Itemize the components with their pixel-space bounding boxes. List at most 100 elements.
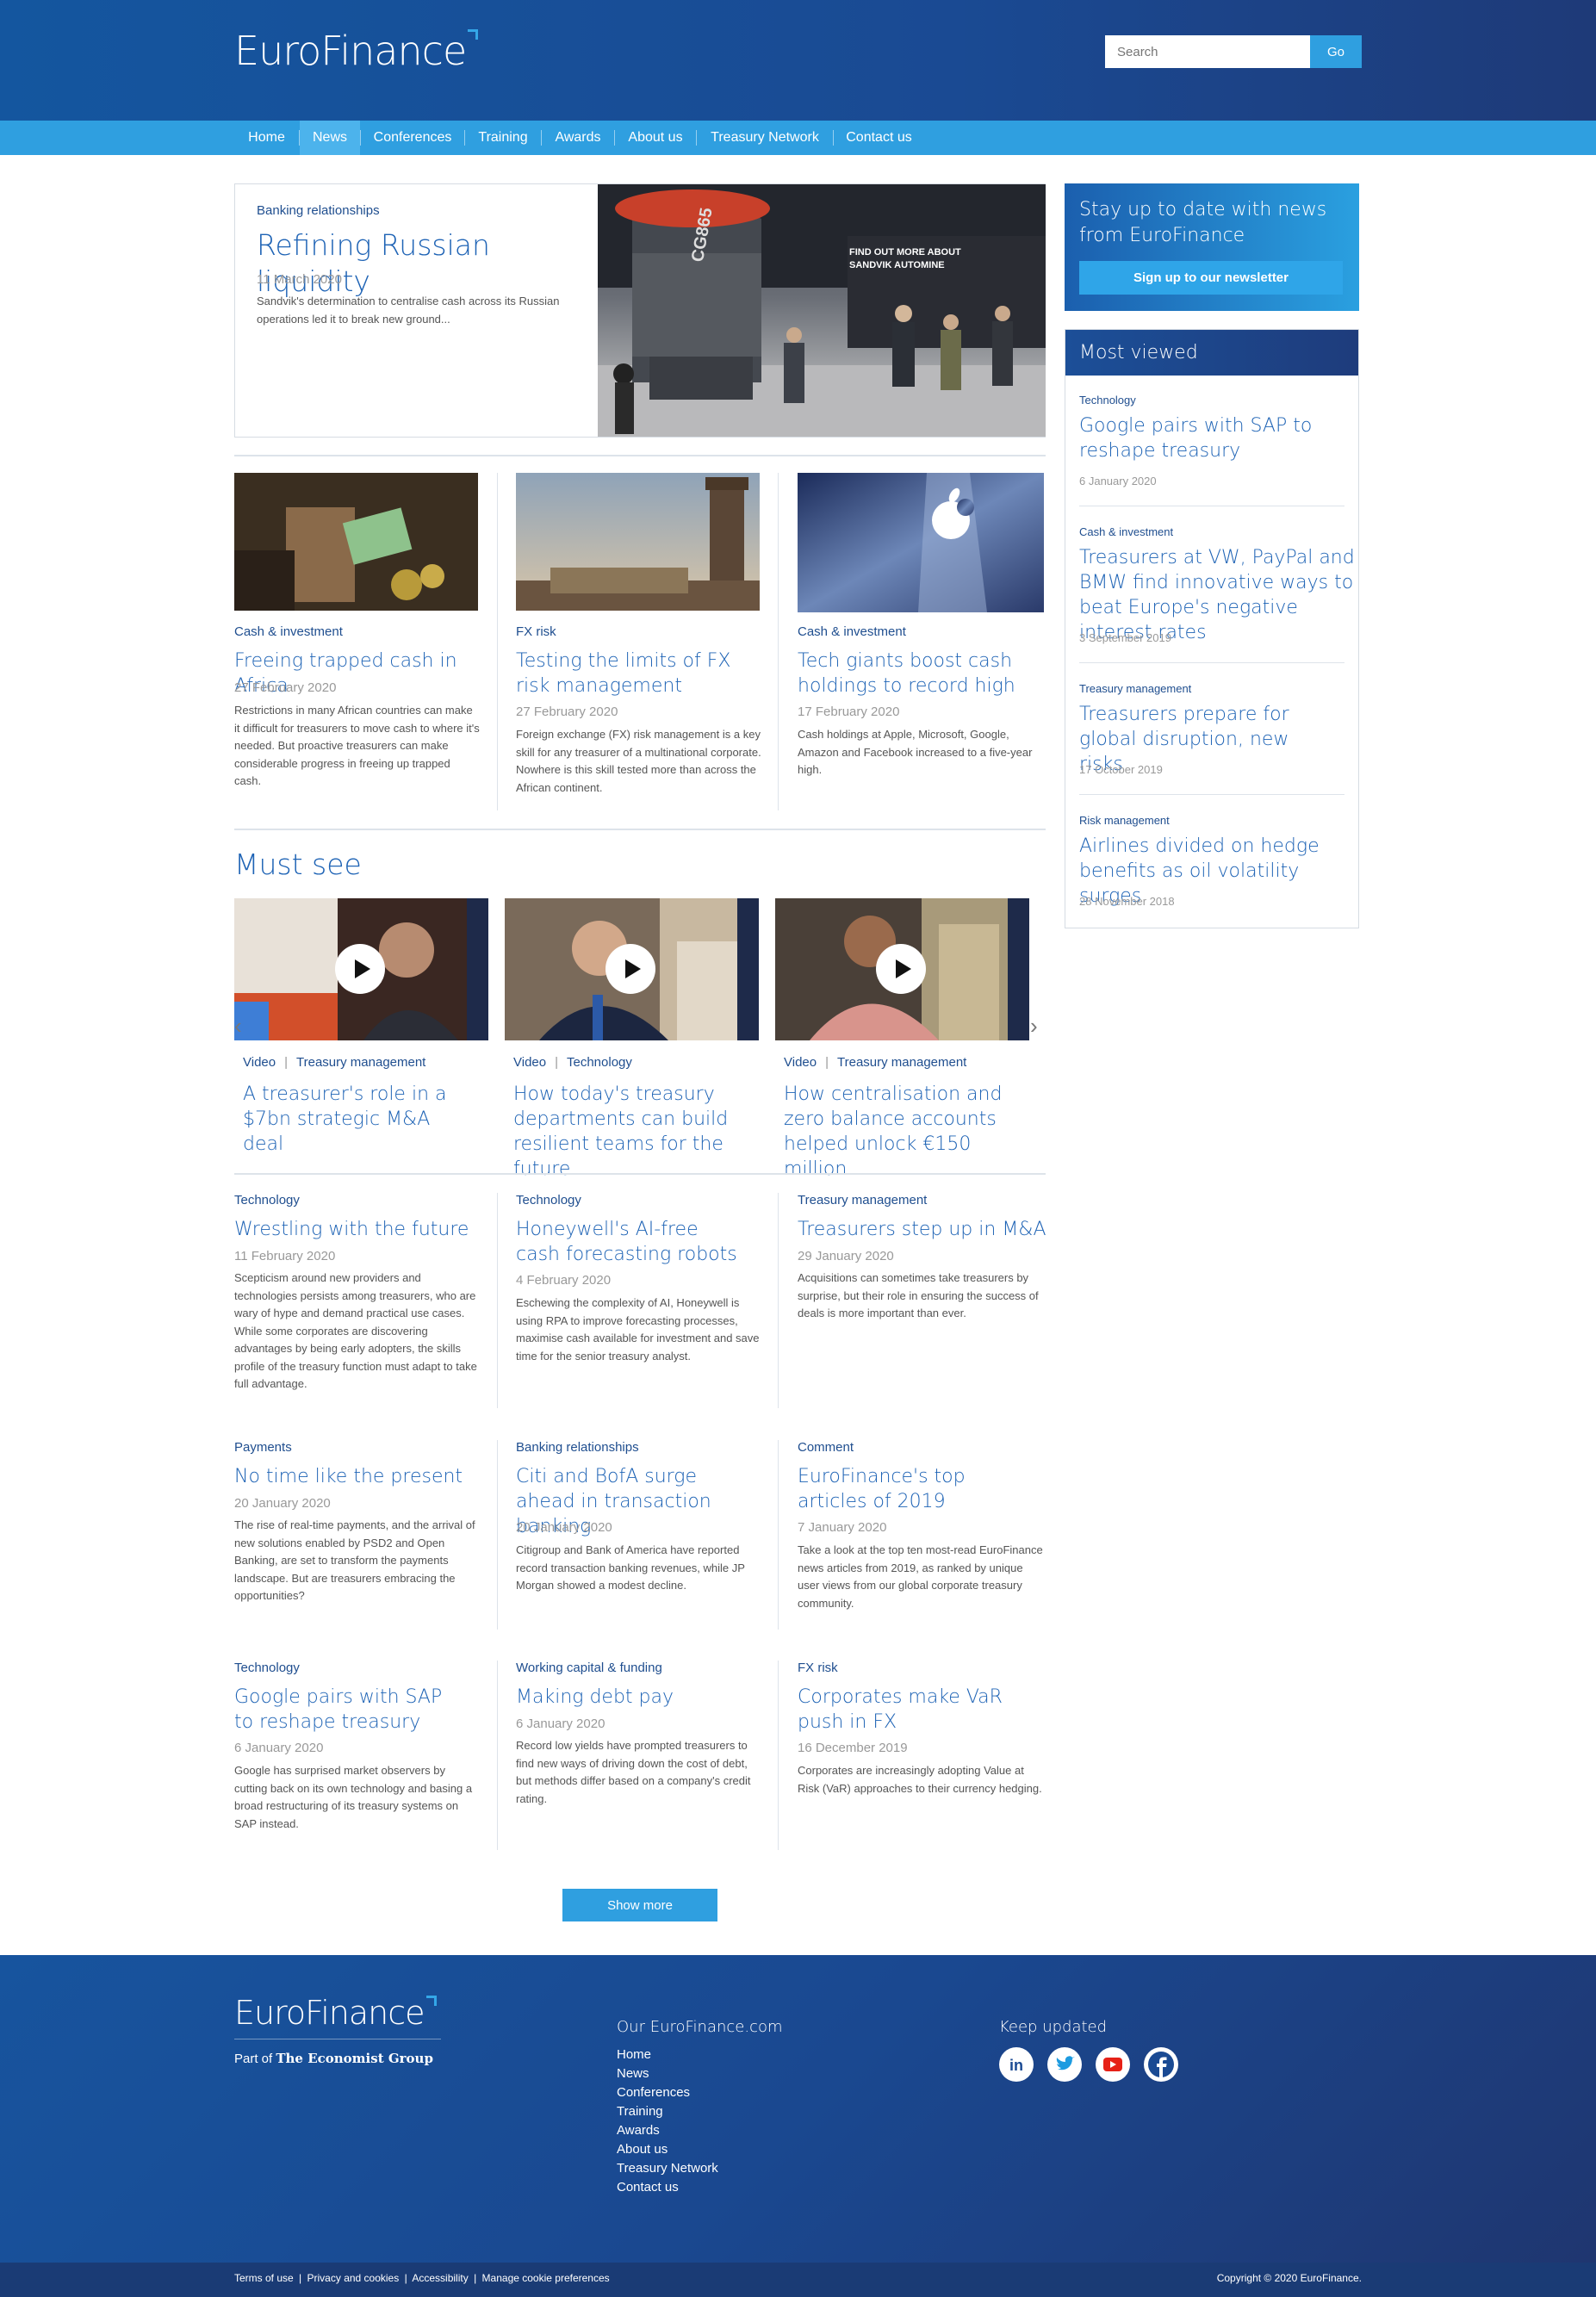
article-desc: Eschewing the complexity of AI, Honeywel… <box>516 1296 760 1363</box>
article-category[interactable]: FX risk <box>798 1661 838 1675</box>
article-category[interactable]: Technology <box>234 1661 300 1675</box>
article-category[interactable]: Comment <box>798 1440 854 1455</box>
logo[interactable]: EuroFinance <box>234 28 479 74</box>
nav-awards[interactable]: Awards <box>542 121 614 155</box>
mv-date: 6 January 2020 <box>1079 475 1157 487</box>
article-date: 16 December 2019 <box>798 1741 908 1755</box>
card-image-africa[interactable] <box>234 473 478 611</box>
video-category[interactable]: Treasury management <box>837 1055 966 1070</box>
article-title[interactable]: Google pairs with SAP to reshape treasur… <box>234 1685 458 1735</box>
newsletter-signup-button[interactable]: Sign up to our newsletter <box>1079 261 1343 295</box>
video-title[interactable]: How today's treasury departments can bui… <box>513 1082 750 1182</box>
article-category[interactable]: Payments <box>234 1440 292 1455</box>
mv-category[interactable]: Treasury management <box>1079 682 1191 695</box>
video-category[interactable]: Treasury management <box>296 1055 425 1070</box>
card-title[interactable]: Testing the limits of FX risk management <box>516 649 753 698</box>
article-category[interactable]: Technology <box>516 1193 581 1207</box>
footer-link-news[interactable]: News <box>617 2064 718 2083</box>
footer-link-awards[interactable]: Awards <box>617 2121 718 2140</box>
feature-image-sign: FIND OUT MORE ABOUT SANDVIK AUTOMINE <box>849 247 961 270</box>
nav-news[interactable]: News <box>300 121 360 155</box>
article-title[interactable]: Honeywell's AI-free cash forecasting rob… <box>516 1217 740 1267</box>
video-title[interactable]: How centralisation and zero balance acco… <box>784 1082 1021 1182</box>
video-type[interactable]: Video <box>513 1055 546 1070</box>
article-title[interactable]: Corporates make VaR push in FX <box>798 1685 1034 1735</box>
card-desc: Cash holdings at Apple, Microsoft, Googl… <box>798 728 1033 776</box>
footer-link-training[interactable]: Training <box>617 2102 718 2121</box>
feature-article[interactable]: Banking relationships Refining Russian l… <box>234 183 1046 438</box>
card-image-art <box>234 473 478 611</box>
keep-updated-title: Keep updated <box>999 2018 1108 2036</box>
footer-link-home[interactable]: Home <box>617 2046 718 2064</box>
article-title[interactable]: Making debt pay <box>516 1685 766 1710</box>
video-thumb-1[interactable] <box>234 898 488 1040</box>
card-title[interactable]: Tech giants boost cash holdings to recor… <box>798 649 1047 698</box>
cookie-preferences-link[interactable]: Manage cookie preferences <box>482 2272 610 2284</box>
article-date: 6 January 2020 <box>234 1741 324 1755</box>
video-title[interactable]: A treasurer's role in a $7bn strategic M… <box>243 1082 475 1157</box>
nav-contact-us[interactable]: Contact us <box>834 121 924 155</box>
footer-links: Home News Conferences Training Awards Ab… <box>617 2046 718 2197</box>
mv-category[interactable]: Technology <box>1079 394 1136 407</box>
feature-image-art <box>598 184 1046 437</box>
nav-treasury-network[interactable]: Treasury Network <box>697 121 833 155</box>
nav-training[interactable]: Training <box>465 121 541 155</box>
search-input[interactable] <box>1105 35 1310 68</box>
search-button[interactable]: Go <box>1310 35 1362 68</box>
twitter-icon[interactable] <box>1047 2047 1082 2082</box>
article-title[interactable]: No time like the present <box>234 1464 484 1489</box>
site-header: EuroFinance Go <box>0 0 1596 121</box>
card-image-fx[interactable] <box>516 473 760 611</box>
youtube-icon[interactable] <box>1096 2047 1130 2082</box>
video-thumb-2[interactable] <box>505 898 759 1040</box>
mv-category[interactable]: Cash & investment <box>1079 525 1173 538</box>
show-more-button[interactable]: Show more <box>562 1889 717 1921</box>
privacy-link[interactable]: Privacy and cookies <box>307 2272 400 2284</box>
footer-logo[interactable]: EuroFinance <box>234 1994 437 2032</box>
article-title[interactable]: Wrestling with the future <box>234 1217 484 1242</box>
carousel-prev-icon[interactable]: ‹ <box>234 1015 242 1037</box>
footer-link-about-us[interactable]: About us <box>617 2140 718 2159</box>
carousel-next-icon[interactable]: › <box>1030 1015 1038 1037</box>
play-icon[interactable] <box>605 944 655 994</box>
terms-link[interactable]: Terms of use <box>234 2272 294 2284</box>
nav-about-us[interactable]: About us <box>615 121 696 155</box>
footer-link-treasury-network[interactable]: Treasury Network <box>617 2159 718 2178</box>
card-desc: Restrictions in many African countries c… <box>234 704 480 787</box>
card-image-apple[interactable] <box>798 473 1044 612</box>
video-category[interactable]: Technology <box>567 1055 632 1070</box>
feature-title[interactable]: Refining Russian liquidity <box>257 227 593 300</box>
article-category[interactable]: Banking relationships <box>516 1440 639 1455</box>
video-tags: Video | Treasury management <box>243 1055 426 1070</box>
footer-link-conferences[interactable]: Conferences <box>617 2083 718 2102</box>
play-icon[interactable] <box>335 944 385 994</box>
article-category[interactable]: Working capital & funding <box>516 1661 662 1675</box>
article-desc: Scepticism around new providers and tech… <box>234 1271 477 1390</box>
article-category[interactable]: Technology <box>234 1193 300 1207</box>
article-title[interactable]: Treasurers step up in M&A <box>798 1217 1047 1242</box>
footer-link-contact-us[interactable]: Contact us <box>617 2178 718 2197</box>
article-desc: Citigroup and Bank of America have repor… <box>516 1543 745 1592</box>
article-category[interactable]: Treasury management <box>798 1193 927 1207</box>
svg-text:in: in <box>1009 2057 1023 2074</box>
video-thumb-3[interactable] <box>775 898 1029 1040</box>
feature-image[interactable]: FIND OUT MORE ABOUT SANDVIK AUTOMINE CG86… <box>598 184 1046 437</box>
accessibility-link[interactable]: Accessibility <box>412 2272 468 2284</box>
feature-category[interactable]: Banking relationships <box>257 203 380 218</box>
nav-conferences[interactable]: Conferences <box>361 121 464 155</box>
facebook-icon[interactable] <box>1144 2047 1178 2082</box>
card-category[interactable]: Cash & investment <box>234 624 343 639</box>
card-category[interactable]: FX risk <box>516 624 556 639</box>
mv-title[interactable]: Treasurers at VW, PayPal and BMW find in… <box>1079 545 1355 645</box>
video-type[interactable]: Video <box>784 1055 817 1070</box>
feature-desc: Sandvik's determination to centralise ca… <box>257 295 560 326</box>
video-type[interactable]: Video <box>243 1055 276 1070</box>
mv-category[interactable]: Risk management <box>1079 814 1170 827</box>
mv-title[interactable]: Google pairs with SAP to reshape treasur… <box>1079 413 1351 463</box>
card-category[interactable]: Cash & investment <box>798 624 906 639</box>
play-icon[interactable] <box>876 944 926 994</box>
video-tags: Video | Treasury management <box>784 1055 967 1070</box>
article-title[interactable]: EuroFinance's top articles of 2019 <box>798 1464 1034 1514</box>
linkedin-icon[interactable]: in <box>999 2047 1034 2082</box>
nav-home[interactable]: Home <box>234 121 299 155</box>
